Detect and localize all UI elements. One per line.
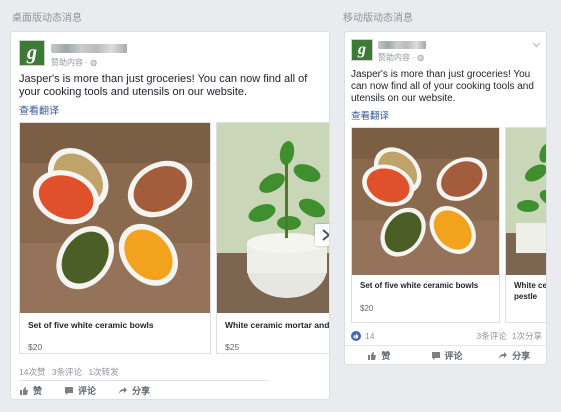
- carousel-card[interactable]: Set of five white ceramic bowls $20: [351, 127, 500, 323]
- post-header: g 赞助内容 · ◍: [351, 39, 426, 63]
- comments-count[interactable]: 3条评论: [52, 367, 82, 377]
- likes-count[interactable]: 14次赞: [19, 367, 45, 377]
- sponsored-label: 赞助内容 · ◍: [378, 53, 425, 62]
- product-carousel[interactable]: Set of five white ceramic bowls $20 Whit…: [351, 127, 546, 323]
- carousel-card[interactable]: White ceramic mortar and p $25: [216, 122, 329, 354]
- product-price: $20: [28, 342, 43, 352]
- see-translation-link[interactable]: 查看翻译: [19, 102, 59, 117]
- shares-count[interactable]: 1次转发: [88, 367, 118, 377]
- product-title[interactable]: Set of five white ceramic bowls: [28, 320, 154, 330]
- mobile-ad-card: g 赞助内容 · ◍ Jasper's is more than just gr…: [344, 31, 547, 365]
- carousel-card[interactable]: Set of five white ceramic bowls $20: [19, 122, 211, 354]
- comment-icon: [431, 351, 440, 360]
- page-avatar[interactable]: g: [351, 39, 373, 61]
- carousel-card[interactable]: White ce pestle: [505, 127, 546, 323]
- chevron-down-icon[interactable]: [532, 42, 541, 48]
- likes-count[interactable]: 14: [365, 331, 374, 341]
- mortar-plant-image: [506, 128, 546, 275]
- see-translation-link[interactable]: 查看翻译: [351, 108, 389, 122]
- page-name-blurred[interactable]: [51, 44, 127, 53]
- post-header: g 赞助内容 · ◍: [19, 40, 127, 68]
- product-title[interactable]: White ce: [514, 281, 546, 290]
- engagement-stats: 14 3条评论 1次分享: [351, 330, 542, 342]
- action-bar: 赞 评论 分享: [345, 345, 546, 364]
- product-title-line2[interactable]: pestle: [514, 292, 537, 301]
- thumbs-up-icon: [368, 351, 377, 360]
- post-message: Jasper's is more than just groceries! Yo…: [19, 73, 308, 98]
- like-button[interactable]: 赞: [345, 346, 413, 364]
- carousel-next-arrow[interactable]: [315, 224, 329, 246]
- share-button[interactable]: 分享: [118, 381, 150, 399]
- page-name-blurred[interactable]: [378, 41, 426, 49]
- share-icon: [499, 351, 508, 359]
- comments-count[interactable]: 3条评论: [477, 330, 507, 342]
- share-icon: [119, 386, 128, 394]
- spice-bowls-image: [20, 123, 210, 313]
- comment-icon: [65, 386, 74, 395]
- comment-button[interactable]: 评论: [413, 346, 481, 364]
- product-title[interactable]: Set of five white ceramic bowls: [360, 281, 478, 290]
- product-price: $20: [360, 304, 374, 313]
- shares-count[interactable]: 1次分享: [512, 330, 542, 342]
- post-message: Jasper's is more than just groceries! Yo…: [351, 69, 534, 104]
- product-price: $25: [225, 342, 240, 352]
- mortar-plant-image: [217, 123, 329, 313]
- share-button[interactable]: 分享: [480, 346, 546, 364]
- product-carousel[interactable]: Set of five white ceramic bowls $20 Whit…: [19, 122, 329, 354]
- thumbs-up-icon: [20, 386, 28, 395]
- like-reaction-icon: [351, 331, 361, 341]
- like-button[interactable]: 赞: [19, 381, 42, 399]
- spice-bowls-image: [352, 128, 499, 275]
- desktop-section-label: 桌面版动态消息: [12, 13, 82, 24]
- sponsored-label: 赞助内容 · ◍: [51, 58, 98, 67]
- comment-button[interactable]: 评论: [64, 381, 96, 399]
- chevron-right-icon: [322, 229, 329, 241]
- page-avatar[interactable]: g: [19, 40, 45, 66]
- engagement-stats: 14次赞 3条评论 1次转发: [19, 366, 119, 378]
- desktop-ad-card: g 赞助内容 · ◍ Jasper's is more than just gr…: [10, 31, 330, 400]
- action-bar: 赞 评论 分享: [19, 380, 269, 399]
- product-title[interactable]: White ceramic mortar and p: [225, 320, 329, 330]
- mobile-section-label: 移动版动态消息: [343, 13, 413, 24]
